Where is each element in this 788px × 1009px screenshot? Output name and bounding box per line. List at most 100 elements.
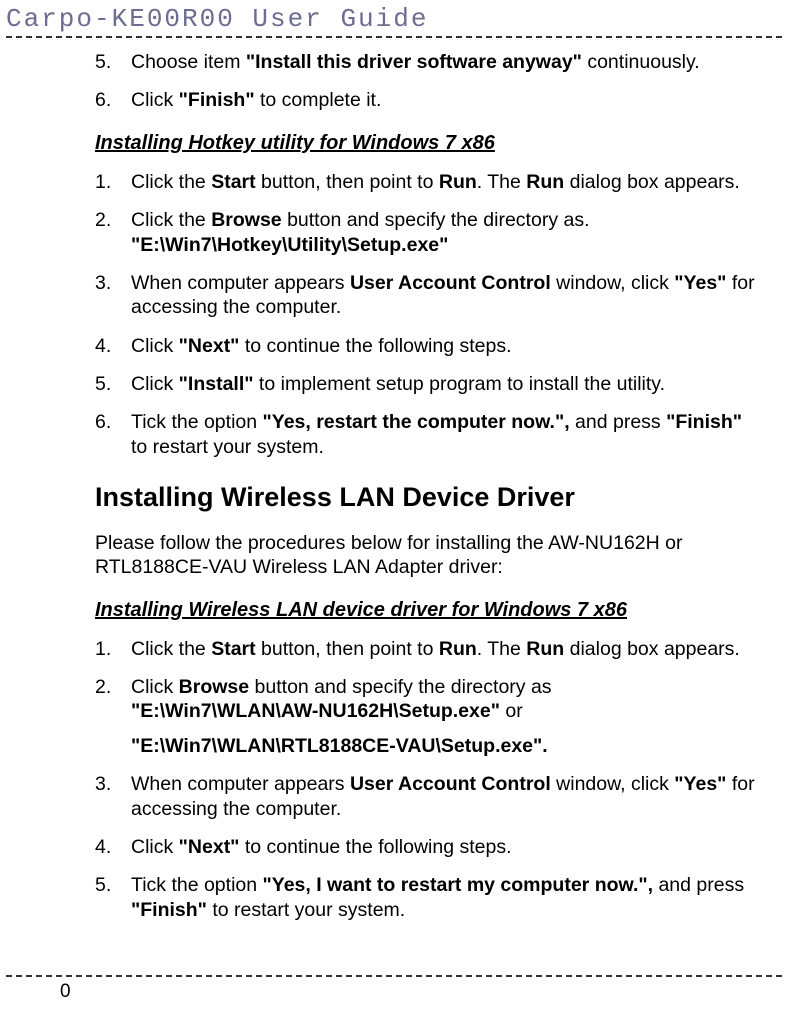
step-number: 1. — [95, 637, 131, 661]
bold-text: Run — [526, 638, 564, 660]
wlan-heading: Installing Wireless LAN Device Driver — [95, 481, 758, 515]
list-item: 1. Click the Start button, then point to… — [95, 637, 758, 661]
text: . The — [477, 171, 527, 193]
bold-text: "Yes, restart the computer now.", — [263, 411, 570, 433]
text: When computer appears — [131, 773, 350, 795]
list-item: 2. Click Browse button and specify the d… — [95, 675, 758, 758]
step-text: Tick the option "Yes, restart the comput… — [131, 410, 758, 459]
step-text: Click "Next" to continue the following s… — [131, 835, 758, 859]
list-item: 3. When computer appears User Account Co… — [95, 772, 758, 821]
bold-text: Browse — [211, 209, 281, 231]
text: window, click — [551, 773, 675, 795]
bold-path: "E:\Win7\Hotkey\Utility\Setup.exe" — [131, 234, 448, 256]
step-number: 3. — [95, 271, 131, 320]
bold-text: User Account Control — [350, 773, 551, 795]
text: Click the — [131, 171, 211, 193]
text: to complete it. — [255, 89, 382, 111]
list-item: 1. Click the Start button, then point to… — [95, 170, 758, 194]
bold-text: Run — [526, 171, 564, 193]
bold-text: "Next" — [179, 335, 240, 357]
text: button, then point to — [256, 171, 439, 193]
text: continuously. — [582, 51, 700, 73]
step-number: 4. — [95, 334, 131, 358]
list-item: 3. When computer appears User Account Co… — [95, 271, 758, 320]
bold-text: "Install this driver software anyway" — [246, 51, 582, 73]
text: to restart your system. — [207, 899, 405, 921]
wlan-intro: Please follow the procedures below for i… — [95, 531, 758, 580]
bold-text: Run — [439, 638, 477, 660]
bold-text: "Install" — [179, 373, 254, 395]
hotkey-subheading: Installing Hotkey utility for Windows 7 … — [95, 131, 758, 156]
step-text: Click "Next" to continue the following s… — [131, 334, 758, 358]
step-number: 4. — [95, 835, 131, 859]
text: to continue the following steps. — [239, 836, 511, 858]
bold-text: "Yes" — [674, 272, 726, 294]
step-text: Tick the option "Yes, I want to restart … — [131, 873, 758, 922]
step-number: 2. — [95, 675, 131, 758]
text: Tick the option — [131, 411, 263, 433]
header-divider — [6, 36, 782, 38]
bold-path: "E:\Win7\WLAN\AW-NU162H\Setup.exe" — [131, 700, 500, 722]
step-number: 2. — [95, 208, 131, 257]
list-item: 6. Click "Finish" to complete it. — [95, 88, 758, 112]
text: Click — [131, 335, 179, 357]
text: button, then point to — [256, 638, 439, 660]
bold-text: "Yes" — [674, 773, 726, 795]
step-text: When computer appears User Account Contr… — [131, 271, 758, 320]
bold-text: Run — [439, 171, 477, 193]
bold-text: Start — [211, 171, 255, 193]
step-text: Click "Install" to implement setup progr… — [131, 372, 758, 396]
page-content: 5. Choose item "Install this driver soft… — [0, 50, 788, 922]
bold-path: "E:\Win7\WLAN\RTL8188CE-VAU\Setup.exe". — [131, 735, 548, 757]
step-text: Click the Browse button and specify the … — [131, 208, 758, 257]
step-number: 5. — [95, 372, 131, 396]
bold-text: Browse — [179, 676, 249, 698]
hotkey-steps: 1. Click the Start button, then point to… — [95, 170, 758, 459]
text: Choose item — [131, 51, 246, 73]
step-number: 3. — [95, 772, 131, 821]
text: When computer appears — [131, 272, 350, 294]
bold-text: "Next" — [179, 836, 240, 858]
wlan-steps: 1. Click the Start button, then point to… — [95, 637, 758, 922]
bold-text: "Yes, I want to restart my computer now.… — [263, 874, 654, 896]
list-item: 5. Click "Install" to implement setup pr… — [95, 372, 758, 396]
step-text: When computer appears User Account Contr… — [131, 772, 758, 821]
text: button and specify the directory as. — [282, 209, 590, 231]
text: to implement setup program to install th… — [254, 373, 666, 395]
text: Click — [131, 89, 179, 111]
text: dialog box appears. — [564, 171, 740, 193]
list-item: 5. Choose item "Install this driver soft… — [95, 50, 758, 74]
list-item: 6. Tick the option "Yes, restart the com… — [95, 410, 758, 459]
list-item: 4. Click "Next" to continue the followin… — [95, 835, 758, 859]
text: and press — [653, 874, 744, 896]
text: Click — [131, 836, 179, 858]
text: Click the — [131, 209, 211, 231]
step-text: Click Browse button and specify the dire… — [131, 675, 758, 758]
footer-divider — [6, 975, 782, 977]
step-number: 5. — [95, 50, 131, 74]
wlan-subheading: Installing Wireless LAN device driver fo… — [95, 598, 758, 623]
document-header-title: Carpo-KE00R00 User Guide — [0, 0, 788, 34]
step-number: 6. — [95, 88, 131, 112]
step-number: 5. — [95, 873, 131, 922]
text: button and specify the directory as — [249, 676, 551, 698]
list-item: 4. Click "Next" to continue the followin… — [95, 334, 758, 358]
step-number: 1. — [95, 170, 131, 194]
text: to continue the following steps. — [239, 335, 511, 357]
continued-list: 5. Choose item "Install this driver soft… — [95, 50, 758, 113]
text: Tick the option — [131, 874, 263, 896]
step-text: Click the Start button, then point to Ru… — [131, 637, 758, 661]
bold-text: "Finish" — [179, 89, 255, 111]
bold-text: "Finish" — [131, 899, 207, 921]
text: or — [500, 700, 523, 722]
text: to restart your system. — [131, 436, 324, 458]
text: dialog box appears. — [564, 638, 740, 660]
bold-text: "Finish" — [666, 411, 742, 433]
step-number: 6. — [95, 410, 131, 459]
step-text: Choose item "Install this driver softwar… — [131, 50, 758, 74]
bold-text: Start — [211, 638, 255, 660]
text: Click — [131, 676, 179, 698]
list-item: 2. Click the Browse button and specify t… — [95, 208, 758, 257]
bold-text: User Account Control — [350, 272, 551, 294]
text: . The — [477, 638, 527, 660]
